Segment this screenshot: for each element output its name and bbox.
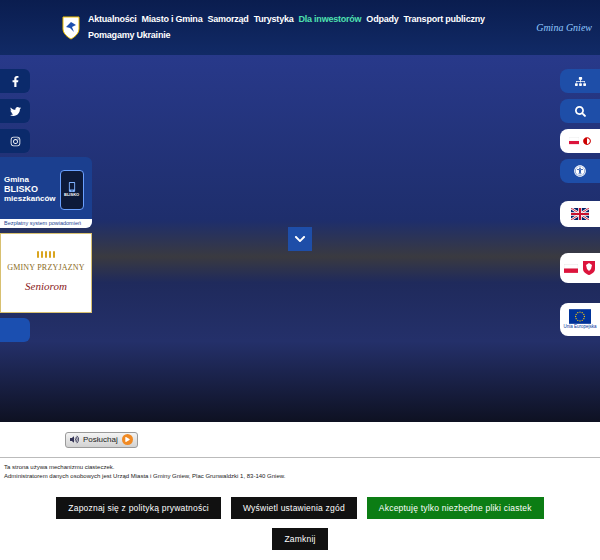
menu-item[interactable]: Dla inwestorów [298, 13, 361, 27]
hero: GminaBLISKOmieszkańcówBLISKOBezpłatny sy… [0, 55, 600, 422]
menu-item[interactable]: Transport publiczny [404, 13, 485, 27]
cookie-text: Ta strona używa mechanizmu ciasteczek. [4, 463, 596, 472]
crest-icon[interactable] [62, 16, 80, 40]
listen-strip: Posłuchaj [0, 422, 600, 457]
sitemap-button[interactable] [560, 69, 600, 93]
scroll-down-button[interactable] [288, 227, 312, 251]
phone: BLISKO [60, 170, 84, 210]
page: Aktualności Miasto i Gmina Samorząd Turysty… [0, 0, 600, 560]
ray-mark [53, 251, 55, 258]
menu-item[interactable]: Pomagamy Ukrainie [88, 29, 170, 43]
eu-button[interactable]: Unia Europejska [560, 303, 600, 336]
menu-item[interactable]: Turystyka [254, 13, 294, 27]
tools: Unia Europejska [560, 69, 600, 336]
polish-button[interactable] [560, 253, 600, 283]
left-tab[interactable] [0, 318, 30, 342]
cookie-buttons: Zapoznaj się z polityką prywatności Wyświ… [4, 497, 596, 519]
cookie-button[interactable]: Zapoznaj się z polityką prywatności [56, 497, 221, 519]
contrast-button[interactable] [560, 129, 600, 153]
ray-mark [45, 251, 47, 258]
menu-item[interactable]: Miasto i Gmina [142, 13, 203, 27]
ray-mark [49, 251, 51, 258]
blisko-line: BLISKO [4, 185, 56, 195]
eu-flag-icon [569, 309, 591, 324]
search-button[interactable] [560, 99, 600, 123]
social-button[interactable] [0, 69, 30, 93]
social-button[interactable] [0, 99, 30, 123]
facebook-icon [10, 76, 21, 87]
blisko-banner[interactable]: GminaBLISKOmieszkańcówBLISKOBezpłatny sy… [0, 157, 92, 228]
english-button[interactable] [560, 201, 600, 227]
cookie-bar: Ta strona używa mechanizmu ciasteczek.Ad… [0, 457, 600, 560]
phone-icon [67, 182, 77, 192]
accessibility-icon [574, 165, 586, 177]
seniors-banner[interactable]: GMINY PRZYJAZNYSeniorom [0, 233, 92, 313]
poland-flag-icon [569, 135, 579, 147]
cookie-button[interactable]: Akceptuję tylko niezbędne pliki ciastek [367, 497, 544, 519]
main-menu: Aktualności Miasto i Gmina Samorząd Turysty… [88, 13, 528, 42]
menu-item[interactable]: Odpady [366, 13, 398, 27]
social-links [0, 69, 30, 153]
menu-item[interactable]: Aktualności [88, 13, 137, 27]
close-button[interactable]: Zamknij [272, 528, 327, 550]
chevron-down-icon [294, 233, 306, 245]
sitemap-icon [575, 76, 586, 87]
blisko-line: mieszkańców [4, 195, 56, 204]
play-icon [125, 437, 130, 442]
brand-logo[interactable]: Gmina Gniew [536, 20, 596, 35]
twitter-icon [10, 106, 21, 117]
ray-mark [41, 251, 43, 258]
eagle-emblem-icon [582, 260, 596, 276]
uk-flag-icon [571, 208, 589, 220]
cookie-text: Administratorem danych osobowych jest Ur… [4, 472, 596, 481]
blisko-line: Gmina [4, 176, 56, 185]
ray-mark [37, 251, 39, 258]
contrast-icon [583, 137, 591, 145]
play-badge [122, 434, 133, 445]
instagram-icon [10, 136, 21, 147]
listen-button[interactable]: Posłuchaj [65, 432, 138, 448]
poland-flag-icon [564, 264, 578, 273]
social-button[interactable] [0, 129, 30, 153]
accessibility-button[interactable] [560, 159, 600, 183]
menu-item[interactable]: Samorząd [207, 13, 248, 27]
top-nav: Aktualności Miasto i Gmina Samorząd Turysty… [0, 0, 600, 55]
search-icon [575, 106, 586, 117]
speaker-icon [70, 435, 79, 444]
cookie-button[interactable]: Wyświetl ustawienia zgód [231, 497, 357, 519]
blisko-subtitle: Bezpłatny system powiadomień [0, 219, 92, 228]
